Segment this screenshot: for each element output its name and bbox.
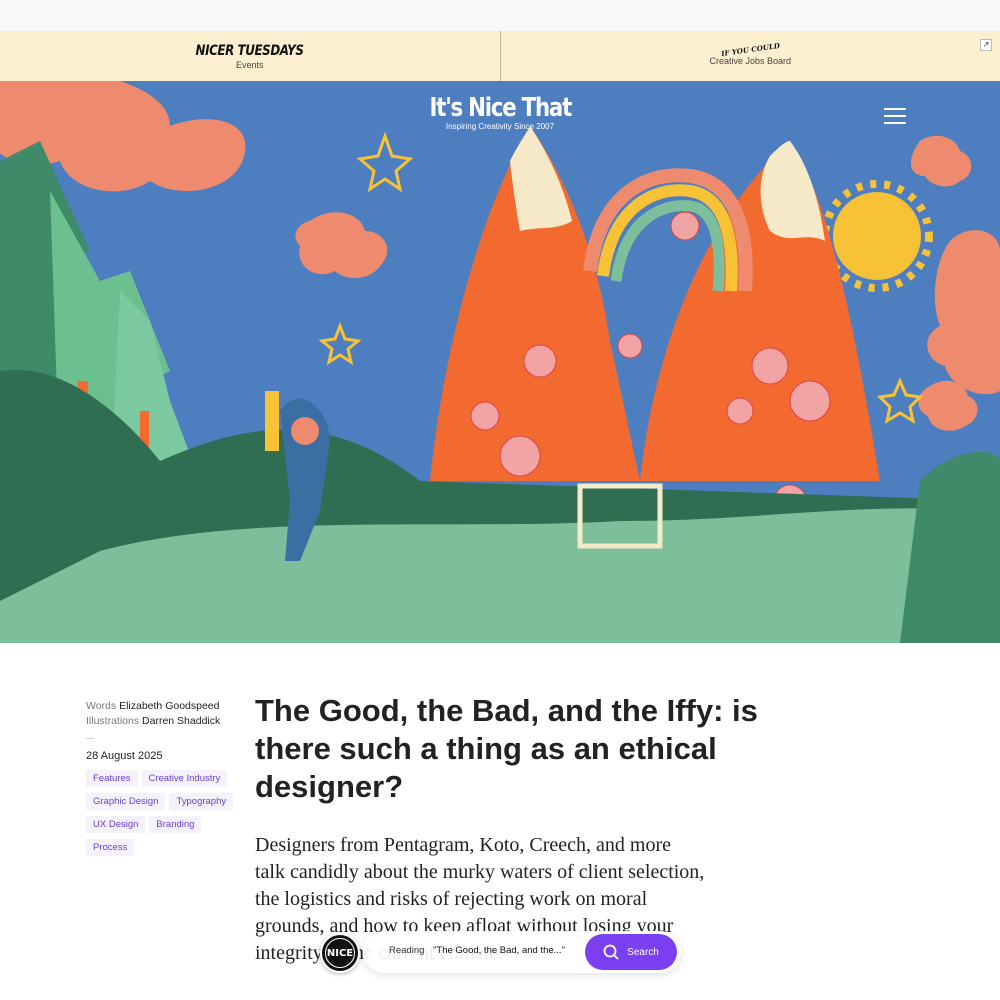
tag-list: Features Creative Industry Graphic Desig…	[86, 770, 246, 856]
words-author[interactable]: Elizabeth Goodspeed	[119, 700, 219, 712]
tag-typography[interactable]: Typography	[169, 793, 234, 810]
reading-label: Reading	[389, 945, 425, 956]
promo-bar: NICER TUESDAYS Events IF YOU COULD Creat…	[0, 31, 1000, 81]
events-label: Events	[235, 59, 264, 70]
words-label: Words	[86, 700, 117, 712]
illustrations-author[interactable]: Darren Shaddick	[142, 715, 220, 727]
hero-illustration: It's Nice That Inspiring Creativity Sinc…	[0, 81, 1000, 643]
reading-status: Reading "The Good, the Bad, and the..."	[389, 945, 565, 956]
divider	[86, 738, 94, 739]
search-icon	[603, 944, 619, 960]
site-brand[interactable]: It's Nice That Inspiring Creativity Sinc…	[400, 93, 600, 131]
tag-branding[interactable]: Branding	[149, 816, 202, 833]
arrow-up-right-icon[interactable]: ↗	[980, 39, 992, 51]
tag-graphic-design[interactable]: Graphic Design	[86, 793, 166, 810]
tag-ux-design[interactable]: UX Design	[86, 816, 146, 833]
if-you-could-link[interactable]: IF YOU COULD Creative Jobs Board	[501, 31, 1000, 81]
publish-date: 28 August 2025	[86, 750, 163, 762]
nice-badge-button[interactable]: NICE	[320, 933, 360, 973]
hero-artwork	[0, 81, 1000, 643]
reading-bar: Reading "The Good, the Bad, and the..." …	[363, 931, 681, 973]
illustrations-label: Illustrations	[86, 715, 140, 727]
words-credit: Words Elizabeth Goodspeed	[86, 699, 246, 714]
article-title: The Good, the Bad, and the Iffy: is ther…	[255, 693, 758, 804]
nice-badge-label: NICE	[325, 938, 355, 968]
browser-top-strip	[0, 0, 1000, 31]
tag-creative-industry[interactable]: Creative Industry	[141, 770, 228, 787]
search-button[interactable]: Search	[585, 934, 677, 970]
tag-features[interactable]: Features	[86, 770, 138, 787]
nicer-tuesdays-logo: NICER TUESDAYS	[195, 42, 304, 59]
nicer-tuesdays-link[interactable]: NICER TUESDAYS Events	[0, 31, 501, 81]
if-you-could-logo: IF YOU COULD	[720, 40, 781, 59]
tag-process[interactable]: Process	[86, 839, 135, 856]
site-tagline: Inspiring Creativity Since 2007	[445, 122, 555, 131]
reading-current-title[interactable]: "The Good, the Bad, and the..."	[433, 945, 565, 956]
search-label: Search	[627, 946, 659, 958]
site-logo: It's Nice That	[429, 93, 572, 123]
article-meta: Words Elizabeth Goodspeed Illustrations …	[86, 699, 246, 856]
illustrations-credit: Illustrations Darren Shaddick	[86, 714, 246, 729]
hamburger-menu-icon[interactable]	[884, 108, 906, 126]
